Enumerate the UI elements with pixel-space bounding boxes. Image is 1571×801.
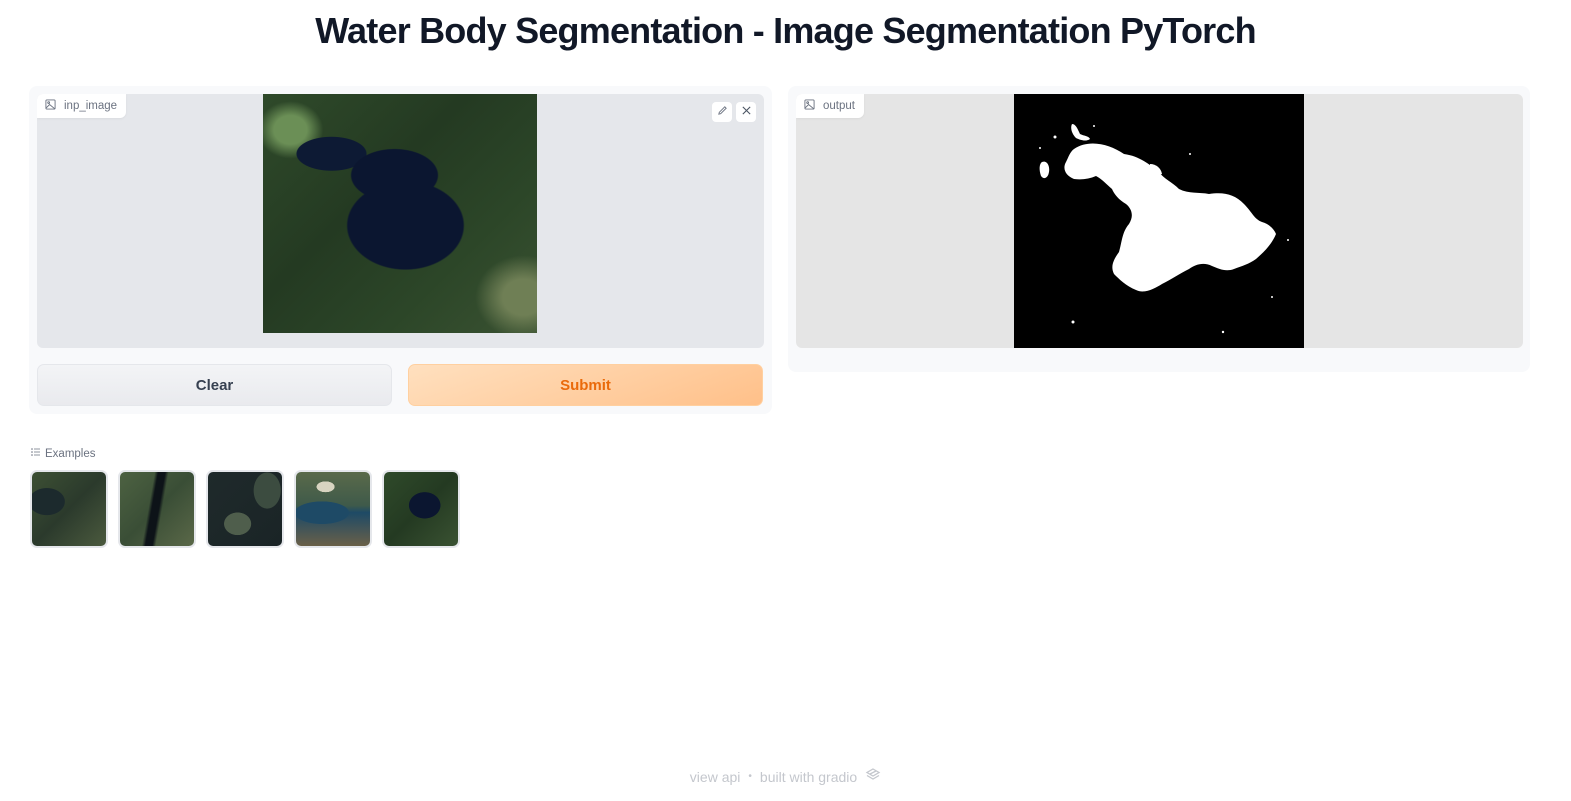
example-thumbnail[interactable] [294, 470, 372, 548]
example-thumbnail[interactable] [30, 470, 108, 548]
output-label-chip: output [796, 94, 864, 118]
image-icon [804, 99, 815, 113]
remove-image-button[interactable] [736, 102, 756, 122]
examples-header: Examples [31, 447, 96, 460]
edit-button[interactable] [712, 102, 732, 122]
close-icon [741, 103, 752, 121]
footer: view api • built with gradio [0, 767, 1571, 786]
gradio-logo-icon [865, 767, 881, 786]
input-label-chip: inp_image [37, 94, 127, 118]
example-thumbnail[interactable] [382, 470, 460, 548]
submit-button[interactable]: Submit [408, 364, 763, 406]
clear-button[interactable]: Clear [37, 364, 392, 406]
image-tools [712, 102, 756, 122]
built-with-gradio-link[interactable]: built with gradio [760, 769, 857, 785]
input-image-box[interactable]: inp_image [37, 94, 764, 348]
output-image-box: output [796, 94, 1523, 348]
page-title: Water Body Segmentation - Image Segmenta… [315, 10, 1256, 51]
output-label: output [823, 100, 855, 112]
view-api-link[interactable]: view api [690, 769, 741, 785]
input-label: inp_image [64, 100, 118, 112]
footer-separator: • [748, 771, 752, 782]
input-panel: inp_image Clear Submit [29, 86, 772, 414]
image-icon [45, 99, 56, 113]
examples-gallery [30, 470, 460, 548]
pencil-icon [717, 103, 728, 121]
example-thumbnail[interactable] [206, 470, 284, 548]
examples-label: Examples [45, 447, 96, 460]
list-icon [31, 447, 41, 460]
example-thumbnail[interactable] [118, 470, 196, 548]
output-panel: output [788, 86, 1530, 372]
output-mask-image [1014, 94, 1304, 348]
input-image [263, 94, 537, 333]
